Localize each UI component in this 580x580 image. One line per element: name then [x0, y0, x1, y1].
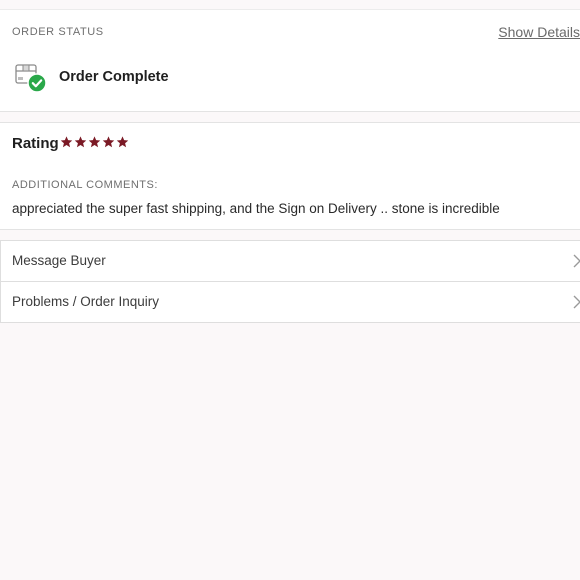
order-status-panel: ORDER STATUS Show Details Order Complete	[0, 9, 580, 112]
order-inquiry-label: Problems / Order Inquiry	[12, 294, 160, 309]
star-icon	[74, 136, 87, 148]
order-inquiry-row[interactable]: Problems / Order Inquiry	[1, 281, 580, 322]
order-status-text: Order Complete	[59, 69, 169, 85]
star-icon	[88, 136, 101, 148]
rating-panel: Rating ADDITIONAL COMMENTS: appreciated …	[0, 122, 580, 230]
show-details-link[interactable]: Show Details	[498, 24, 580, 40]
rating-label: Rating	[12, 135, 59, 152]
additional-comments-title: ADDITIONAL COMMENTS:	[12, 179, 158, 191]
order-status-title: ORDER STATUS	[12, 26, 104, 38]
chevron-right-icon	[573, 295, 580, 309]
package-check-icon	[15, 64, 47, 93]
star-icon	[60, 136, 73, 148]
actions-list: Message Buyer Problems / Order Inquiry	[0, 240, 580, 323]
message-buyer-row[interactable]: Message Buyer	[1, 241, 580, 281]
message-buyer-label: Message Buyer	[12, 253, 106, 268]
star-icon	[102, 136, 115, 148]
additional-comments-text: appreciated the super fast shipping, and…	[12, 201, 500, 216]
chevron-right-icon	[573, 254, 580, 268]
star-icon	[116, 136, 129, 148]
rating-stars	[60, 135, 129, 151]
